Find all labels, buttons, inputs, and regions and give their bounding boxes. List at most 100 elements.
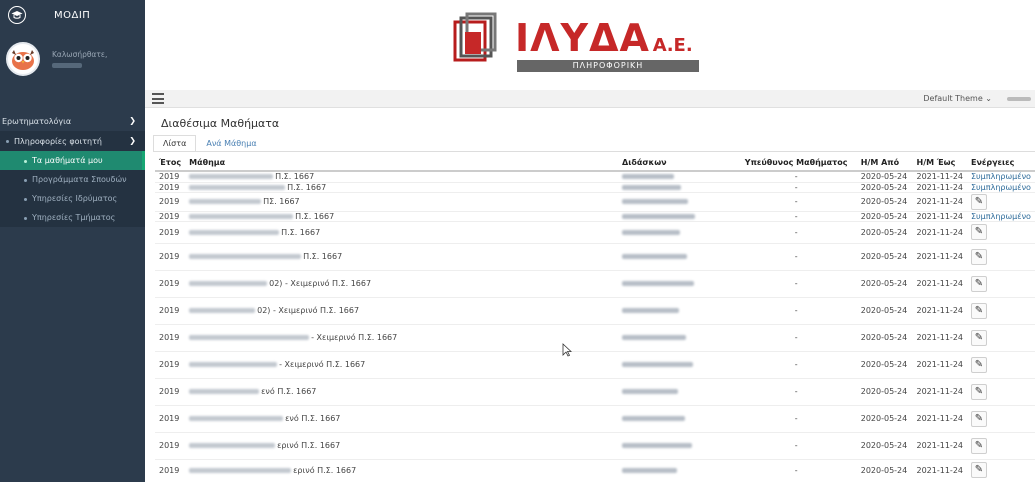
cell-responsible: - xyxy=(735,431,857,459)
course-name-redacted xyxy=(189,308,256,313)
edit-icon[interactable]: ✎ xyxy=(971,224,987,240)
course-name-redacted xyxy=(189,389,260,394)
sidebar-item-my-courses[interactable]: Τα μαθήματά μου xyxy=(0,151,145,170)
cell-actions: ✎ xyxy=(967,404,1035,432)
edit-icon[interactable]: ✎ xyxy=(971,275,987,292)
cell-actions: ✎ xyxy=(967,242,1035,270)
edit-icon[interactable]: ✎ xyxy=(971,410,987,427)
table-row[interactable]: 2019 ερινό Π.Σ. 1667 -2020-05-24 2021-11-24… xyxy=(155,431,1035,459)
course-name-suffix: ερινό Π.Σ. 1667 xyxy=(293,465,357,475)
cell-date-from: 2020-05-24 xyxy=(856,404,913,432)
cell-date-to: 2021-11-24 xyxy=(912,191,967,211)
edit-icon[interactable]: ✎ xyxy=(971,462,987,479)
logo-title: ΙΛΥΔΑ xyxy=(515,16,650,60)
cell-actions: ✎ xyxy=(967,431,1035,459)
edit-icon[interactable]: ✎ xyxy=(971,302,987,319)
course-name-redacted xyxy=(189,184,286,190)
cell-date-to: 2021-11-24 xyxy=(912,350,967,378)
course-name-redacted xyxy=(189,281,268,286)
table-row[interactable]: 2019 Π.Σ. 1667 -2020-05-24 2021-11-24 Συμπλη… xyxy=(155,210,1035,221)
cell-teacher xyxy=(618,269,736,297)
bullet-icon xyxy=(24,217,27,220)
course-name-suffix: ενό Π.Σ. 1667 xyxy=(285,414,341,423)
user-panel: Καλωσήρθατε, xyxy=(6,42,107,76)
cell-date-to: 2021-11-24 xyxy=(912,431,967,459)
theme-selector[interactable]: Default Theme ⌄ xyxy=(923,94,992,103)
table-row[interactable]: 2019 - Χειμερινό Π.Σ. 1667 -2020-05-24 2021… xyxy=(155,323,1035,351)
edit-icon[interactable]: ✎ xyxy=(971,329,987,346)
table-body: 2019 Π.Σ. 1667-2020-05-24 2021-11-24 Συμπλη… xyxy=(155,170,1035,481)
teacher-name-redacted xyxy=(622,281,695,286)
table-row[interactable]: 2019 ενό Π.Σ. 1667 -2020-05-24 2021-11-24 ✎ xyxy=(155,404,1035,432)
app-window: ΜΟΔΙΠ Καλωσήρθατε, Ερωτηματολόγια ❯ Πληρ… xyxy=(0,0,1035,482)
table-row[interactable]: 2019 02) - Χειμερινό Π.Σ. 1667 -2020-05-24… xyxy=(155,296,1035,324)
course-name-suffix: ερινό Π.Σ. 1667 xyxy=(277,441,341,450)
table-row[interactable]: 2019 Π.Σ. 1667 -2020-05-24 2021-11-24 ✎ xyxy=(155,242,1035,270)
edit-icon[interactable]: ✎ xyxy=(971,356,987,373)
cell-year: 2019 xyxy=(155,220,186,243)
cell-course: Π.Σ. 1667 xyxy=(185,220,619,243)
sidebar-item-institution-services[interactable]: Υπηρεσίες Ιδρύματος xyxy=(0,189,145,208)
cell-teacher xyxy=(618,458,736,481)
tab-by-course[interactable]: Ανά Μάθημα xyxy=(196,135,266,152)
table-row[interactable]: 2019 02) - Χειμερινό Π.Σ. 1667 -2020-05-24… xyxy=(155,269,1035,297)
user-menu[interactable] xyxy=(1007,97,1031,101)
table-row[interactable]: 2019 Π.Σ. 1667 -2020-05-24 2021-11-24 Συμπλη… xyxy=(155,181,1035,192)
cell-year: 2019 xyxy=(155,269,186,297)
column-header-date-from[interactable]: Η/Μ Από xyxy=(856,154,913,172)
cell-teacher xyxy=(618,191,736,211)
cell-date-to: 2021-11-24 xyxy=(912,404,967,432)
teacher-name-redacted xyxy=(622,199,689,204)
column-header-teacher[interactable]: Διδάσκων xyxy=(618,154,736,172)
table-row[interactable]: 2019 ενό Π.Σ. 1667 -2020-05-24 2021-11-24 ✎ xyxy=(155,377,1035,405)
table-row[interactable]: 2019 Π.Σ. 1667 -2020-05-24 2021-11-24 Συμπλη… xyxy=(155,170,1035,182)
course-name-redacted xyxy=(189,443,276,448)
column-header-date-to[interactable]: Η/Μ Έως xyxy=(912,154,967,172)
cell-date-from: 2020-05-24 xyxy=(856,323,913,351)
tabs-divider xyxy=(153,151,1035,152)
cell-date-from: 2020-05-24 xyxy=(856,350,913,378)
sidebar-item-student-info[interactable]: Πληροφορίες φοιτητή ❯ xyxy=(0,131,145,151)
cell-teacher xyxy=(618,350,736,378)
table-row[interactable]: 2019 ΠΣ. 1667 -2020-05-24 2021-11-24 ✎ xyxy=(155,191,1035,211)
menu-toggle-icon[interactable] xyxy=(152,93,164,107)
cell-date-to: 2021-11-24 xyxy=(912,458,967,481)
page-title: Διαθέσιμα Μαθήματα xyxy=(161,117,280,130)
logo-mark-icon xyxy=(453,12,497,64)
course-name-redacted xyxy=(189,229,280,235)
table-row[interactable]: 2019 - Χειμερινό Π.Σ. 1667 -2020-05-24 2021… xyxy=(155,350,1035,378)
sidebar-item-department-services[interactable]: Υπηρεσίες Τμήματος xyxy=(0,208,145,227)
cell-teacher xyxy=(618,404,736,432)
cell-responsible: - xyxy=(735,404,857,432)
status-completed[interactable]: Συμπληρωμένο xyxy=(971,183,1031,192)
sidebar-item-label: Ερωτηματολόγια xyxy=(2,116,72,126)
tab-list[interactable]: Λίστα xyxy=(153,135,197,152)
column-header-year[interactable]: Έτος xyxy=(155,154,186,172)
column-header-responsible[interactable]: Υπεύθυνος Μαθήματος xyxy=(735,154,857,172)
brand[interactable]: ΜΟΔΙΠ xyxy=(8,6,90,24)
teacher-name-redacted xyxy=(622,213,696,219)
owl-avatar xyxy=(6,42,40,76)
status-completed[interactable]: Συμπληρωμένο xyxy=(971,212,1031,221)
graduation-cap-icon xyxy=(8,6,26,24)
column-header-course[interactable]: Μάθημα xyxy=(185,154,619,172)
cell-actions: ✎ xyxy=(967,323,1035,351)
edit-icon[interactable]: ✎ xyxy=(971,193,987,210)
edit-icon[interactable]: ✎ xyxy=(971,383,987,400)
course-name-suffix: Π.Σ. 1667 xyxy=(303,252,343,261)
cell-responsible: - xyxy=(735,191,857,211)
sidebar-item-study-programs[interactable]: Προγράμματα Σπουδών xyxy=(0,170,145,189)
teacher-name-redacted xyxy=(622,335,687,340)
status-completed[interactable]: Συμπληρωμένο xyxy=(971,172,1031,181)
cell-course: ερινό Π.Σ. 1667 xyxy=(185,458,619,481)
table-row[interactable]: 2019 Π.Σ. 1667 -2020-05-24 2021-11-24 ✎ xyxy=(155,220,1035,243)
cell-year: 2019 xyxy=(155,458,186,481)
course-name-suffix: 02) - Χειμερινό Π.Σ. 1667 xyxy=(257,306,360,315)
sidebar-item-label: Τα μαθήματά μου xyxy=(32,156,103,165)
sidebar-item-label: Προγράμματα Σπουδών xyxy=(32,175,127,184)
edit-icon[interactable]: ✎ xyxy=(971,437,987,454)
course-name-redacted xyxy=(189,199,262,204)
sidebar-item-questionnaires[interactable]: Ερωτηματολόγια ❯ xyxy=(0,111,145,131)
edit-icon[interactable]: ✎ xyxy=(971,248,987,265)
table-row[interactable]: 2019 ερινό Π.Σ. 1667 -2020-05-24 2021-11-24… xyxy=(155,458,1035,481)
